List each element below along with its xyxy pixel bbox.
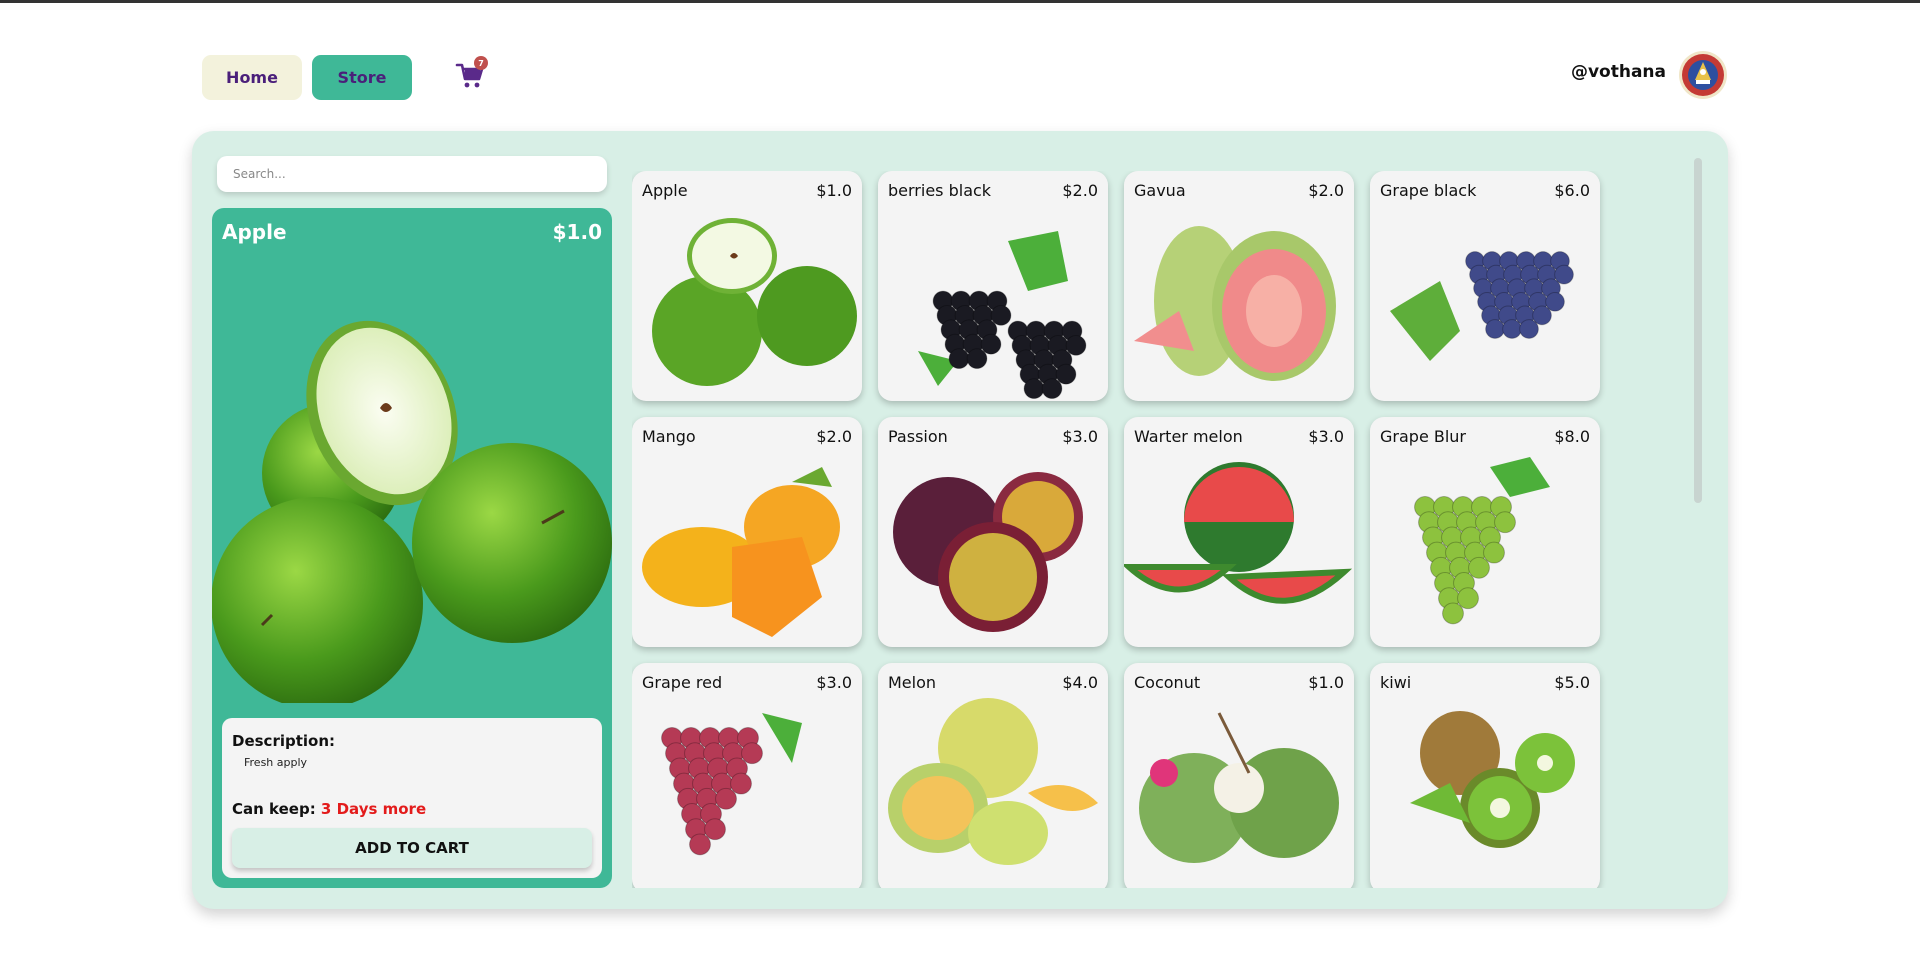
store-button[interactable]: Store bbox=[312, 55, 412, 100]
cart-button[interactable]: 7 bbox=[455, 56, 491, 90]
product-price: $3.0 bbox=[1062, 427, 1098, 446]
product-name: Passion bbox=[888, 427, 948, 446]
product-grid: Apple $1.0 berries black $2.0 Gavua $2.0 Grape… bbox=[632, 171, 1692, 888]
product-price: $8.0 bbox=[1554, 427, 1590, 446]
product-name: Coconut bbox=[1134, 673, 1201, 692]
search-input[interactable] bbox=[217, 156, 607, 192]
product-name: Gavua bbox=[1134, 181, 1186, 200]
passion-image bbox=[893, 472, 1083, 632]
melon-image bbox=[888, 698, 1098, 865]
product-name: kiwi bbox=[1380, 673, 1412, 692]
can-keep-label: Can keep: bbox=[232, 800, 316, 818]
product-price: $2.0 bbox=[816, 427, 852, 446]
cart-count-badge: 7 bbox=[474, 56, 488, 70]
product-price: $6.0 bbox=[1554, 181, 1590, 200]
product-card[interactable]: berries black $2.0 bbox=[878, 171, 1108, 401]
product-name: Grape Blur bbox=[1380, 427, 1467, 446]
detail-product-price: $1.0 bbox=[552, 220, 602, 244]
product-name: Grape red bbox=[642, 673, 723, 692]
home-button[interactable]: Home bbox=[202, 55, 302, 100]
product-price: $1.0 bbox=[1308, 673, 1344, 692]
avatar[interactable] bbox=[1677, 50, 1729, 100]
product-name: Mango bbox=[642, 427, 696, 446]
blackberry-image bbox=[918, 231, 1087, 400]
can-keep-value: 3 Days more bbox=[320, 800, 427, 818]
product-name: Warter melon bbox=[1134, 427, 1243, 446]
product-card[interactable]: Coconut $1.0 bbox=[1124, 663, 1354, 888]
product-card[interactable]: Melon $4.0 bbox=[878, 663, 1108, 888]
grid-scrollbar[interactable] bbox=[1694, 158, 1702, 503]
detail-product-name: Apple bbox=[222, 220, 287, 244]
product-card[interactable]: Apple $1.0 bbox=[632, 171, 862, 401]
product-card[interactable]: Grape black $6.0 bbox=[1370, 171, 1600, 401]
product-card[interactable]: Warter melon $3.0 bbox=[1124, 417, 1354, 647]
product-price: $4.0 bbox=[1062, 673, 1098, 692]
product-name: Grape black bbox=[1380, 181, 1477, 200]
coconut-image bbox=[1139, 712, 1339, 863]
product-name: Apple bbox=[642, 181, 688, 200]
product-price: $2.0 bbox=[1062, 181, 1098, 200]
product-detail-card: Apple $1.0 Description: Fresh apply Can … bbox=[212, 208, 612, 888]
product-price: $3.0 bbox=[1308, 427, 1344, 446]
product-price: $5.0 bbox=[1554, 673, 1590, 692]
detail-apple-image bbox=[212, 320, 612, 703]
top-border bbox=[0, 0, 1920, 3]
add-to-cart-button[interactable]: ADD TO CART bbox=[232, 828, 592, 868]
product-card[interactable]: Mango $2.0 bbox=[632, 417, 862, 647]
grape-green-image bbox=[1414, 457, 1550, 625]
product-card[interactable]: Gavua $2.0 bbox=[1124, 171, 1354, 401]
store-panel: Apple $1.0 Des bbox=[192, 131, 1728, 909]
mango-image bbox=[642, 467, 840, 637]
description-label: Description: bbox=[232, 732, 336, 750]
kiwi-image bbox=[1410, 711, 1575, 848]
can-keep-row: Can keep: 3 Days more bbox=[232, 800, 426, 818]
seal-emblem-icon bbox=[1679, 51, 1727, 99]
description-text: Fresh apply bbox=[244, 756, 308, 769]
apple-image bbox=[652, 218, 857, 386]
product-price: $3.0 bbox=[816, 673, 852, 692]
product-card[interactable]: Passion $3.0 bbox=[878, 417, 1108, 647]
product-price: $1.0 bbox=[816, 181, 852, 200]
description-box: Description: Fresh apply Can keep: 3 Day… bbox=[222, 718, 602, 878]
grape-black-image bbox=[1390, 251, 1574, 361]
product-name: Melon bbox=[888, 673, 937, 692]
guava-image bbox=[1134, 226, 1336, 381]
username: @vothana bbox=[1570, 62, 1666, 82]
product-card[interactable]: Grape Blur $8.0 bbox=[1370, 417, 1600, 647]
product-card[interactable]: Grape red $3.0 bbox=[632, 663, 862, 888]
product-price: $2.0 bbox=[1308, 181, 1344, 200]
watermelon-image bbox=[1124, 462, 1353, 604]
product-name: berries black bbox=[888, 181, 992, 200]
grape-red-image bbox=[661, 713, 802, 856]
product-card[interactable]: kiwi $5.0 bbox=[1370, 663, 1600, 888]
